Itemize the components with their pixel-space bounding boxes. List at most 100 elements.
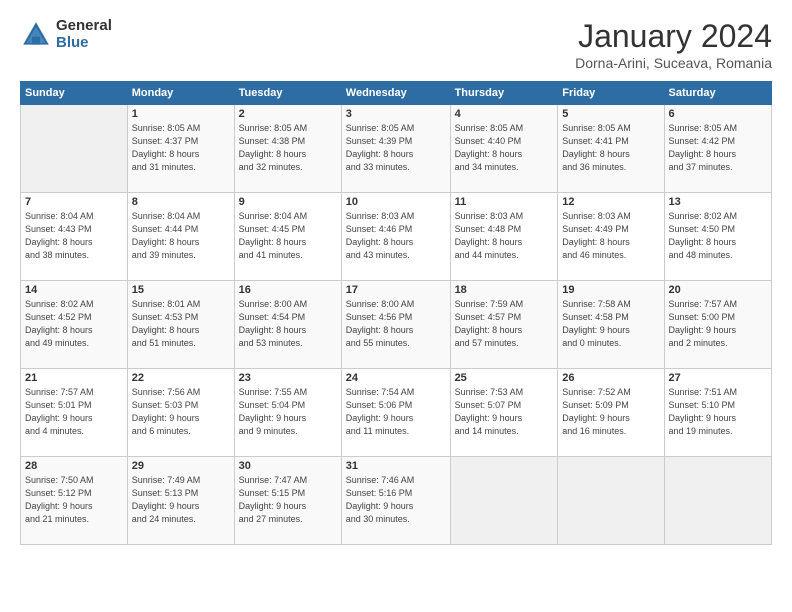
table-row: 23 Sunrise: 7:55 AM Sunset: 5:04 PM Dayli… [234, 369, 341, 457]
header-thursday: Thursday [450, 82, 558, 105]
day-number: 2 [239, 108, 337, 120]
day-info: Sunrise: 7:49 AM Sunset: 5:13 PM Dayligh… [132, 474, 230, 526]
calendar-row-2: 14 Sunrise: 8:02 AM Sunset: 4:52 PM Dayli… [21, 281, 772, 369]
day-number: 3 [346, 108, 446, 120]
day-number: 13 [669, 196, 767, 208]
table-row: 16 Sunrise: 8:00 AM Sunset: 4:54 PM Dayli… [234, 281, 341, 369]
day-number: 5 [562, 108, 659, 120]
day-number: 28 [25, 460, 123, 472]
table-row: 1Sunrise: 8:05 AM Sunset: 4:37 PM Daylig… [127, 105, 234, 193]
logo-text: General Blue [56, 18, 112, 51]
table-row: 11 Sunrise: 8:03 AM Sunset: 4:48 PM Dayli… [450, 193, 558, 281]
day-info: Sunrise: 8:03 AM Sunset: 4:48 PM Dayligh… [455, 210, 554, 262]
table-row: 27Sunrise: 7:51 AM Sunset: 5:10 PM Dayli… [664, 369, 771, 457]
title-block: January 2024 Dorna-Arini, Suceava, Roman… [575, 18, 772, 71]
day-info: Sunrise: 8:04 AM Sunset: 4:45 PM Dayligh… [239, 210, 337, 262]
day-info: Sunrise: 8:01 AM Sunset: 4:53 PM Dayligh… [132, 298, 230, 350]
day-number: 18 [455, 284, 554, 296]
table-row: 13 Sunrise: 8:02 AM Sunset: 4:50 PM Dayli… [664, 193, 771, 281]
table-row: 15Sunrise: 8:01 AM Sunset: 4:53 PM Dayli… [127, 281, 234, 369]
table-row: 8 Sunrise: 8:04 AM Sunset: 4:44 PM Daylig… [127, 193, 234, 281]
day-info: Sunrise: 7:56 AM Sunset: 5:03 PM Dayligh… [132, 386, 230, 438]
day-info: Sunrise: 7:52 AM Sunset: 5:09 PM Dayligh… [562, 386, 659, 438]
table-row: 20 Sunrise: 7:57 AM Sunset: 5:00 PM Dayli… [664, 281, 771, 369]
table-row: 24 Sunrise: 7:54 AM Sunset: 5:06 PM Dayli… [341, 369, 450, 457]
day-number: 14 [25, 284, 123, 296]
day-info: Sunrise: 8:03 AM Sunset: 4:49 PM Dayligh… [562, 210, 659, 262]
calendar-row-1: 7 Sunrise: 8:04 AM Sunset: 4:43 PM Daylig… [21, 193, 772, 281]
table-row: 6 Sunrise: 8:05 AM Sunset: 4:42 PM Daylig… [664, 105, 771, 193]
table-row: 21Sunrise: 7:57 AM Sunset: 5:01 PM Dayli… [21, 369, 128, 457]
month-title: January 2024 [575, 18, 772, 55]
day-number: 8 [132, 196, 230, 208]
day-info: Sunrise: 7:54 AM Sunset: 5:06 PM Dayligh… [346, 386, 446, 438]
table-row [450, 457, 558, 545]
day-number: 21 [25, 372, 123, 384]
header: General Blue January 2024 Dorna-Arini, S… [20, 18, 772, 71]
day-info: Sunrise: 8:04 AM Sunset: 4:44 PM Dayligh… [132, 210, 230, 262]
table-row: 7 Sunrise: 8:04 AM Sunset: 4:43 PM Daylig… [21, 193, 128, 281]
day-info: Sunrise: 7:55 AM Sunset: 5:04 PM Dayligh… [239, 386, 337, 438]
day-number: 26 [562, 372, 659, 384]
header-wednesday: Wednesday [341, 82, 450, 105]
page: General Blue January 2024 Dorna-Arini, S… [0, 0, 792, 612]
table-row: 29 Sunrise: 7:49 AM Sunset: 5:13 PM Dayli… [127, 457, 234, 545]
day-info: Sunrise: 7:47 AM Sunset: 5:15 PM Dayligh… [239, 474, 337, 526]
calendar-row-0: 1Sunrise: 8:05 AM Sunset: 4:37 PM Daylig… [21, 105, 772, 193]
logo-blue: Blue [56, 35, 112, 52]
header-sunday: Sunday [21, 82, 128, 105]
day-number: 24 [346, 372, 446, 384]
day-info: Sunrise: 7:53 AM Sunset: 5:07 PM Dayligh… [455, 386, 554, 438]
table-row: 14 Sunrise: 8:02 AM Sunset: 4:52 PM Dayli… [21, 281, 128, 369]
day-info: Sunrise: 8:02 AM Sunset: 4:52 PM Dayligh… [25, 298, 123, 350]
day-info: Sunrise: 8:05 AM Sunset: 4:41 PM Dayligh… [562, 122, 659, 174]
day-info: Sunrise: 7:58 AM Sunset: 4:58 PM Dayligh… [562, 298, 659, 350]
day-info: Sunrise: 8:03 AM Sunset: 4:46 PM Dayligh… [346, 210, 446, 262]
header-tuesday: Tuesday [234, 82, 341, 105]
table-row [21, 105, 128, 193]
day-info: Sunrise: 7:50 AM Sunset: 5:12 PM Dayligh… [25, 474, 123, 526]
day-info: Sunrise: 7:59 AM Sunset: 4:57 PM Dayligh… [455, 298, 554, 350]
table-row: 12 Sunrise: 8:03 AM Sunset: 4:49 PM Dayli… [558, 193, 664, 281]
day-info: Sunrise: 7:51 AM Sunset: 5:10 PM Dayligh… [669, 386, 767, 438]
calendar-row-4: 28 Sunrise: 7:50 AM Sunset: 5:12 PM Dayli… [21, 457, 772, 545]
day-info: Sunrise: 8:00 AM Sunset: 4:56 PM Dayligh… [346, 298, 446, 350]
table-row: 22 Sunrise: 7:56 AM Sunset: 5:03 PM Dayli… [127, 369, 234, 457]
table-row: 30 Sunrise: 7:47 AM Sunset: 5:15 PM Dayli… [234, 457, 341, 545]
day-number: 6 [669, 108, 767, 120]
table-row: 31 Sunrise: 7:46 AM Sunset: 5:16 PM Dayli… [341, 457, 450, 545]
day-number: 23 [239, 372, 337, 384]
day-number: 17 [346, 284, 446, 296]
day-info: Sunrise: 8:05 AM Sunset: 4:40 PM Dayligh… [455, 122, 554, 174]
day-number: 12 [562, 196, 659, 208]
day-number: 30 [239, 460, 337, 472]
day-info: Sunrise: 8:05 AM Sunset: 4:42 PM Dayligh… [669, 122, 767, 174]
day-number: 7 [25, 196, 123, 208]
logo: General Blue [20, 18, 112, 51]
day-info: Sunrise: 8:04 AM Sunset: 4:43 PM Dayligh… [25, 210, 123, 262]
table-row: 9Sunrise: 8:04 AM Sunset: 4:45 PM Daylig… [234, 193, 341, 281]
table-row: 5 Sunrise: 8:05 AM Sunset: 4:41 PM Daylig… [558, 105, 664, 193]
day-number: 31 [346, 460, 446, 472]
day-number: 16 [239, 284, 337, 296]
day-number: 22 [132, 372, 230, 384]
weekday-header-row: Sunday Monday Tuesday Wednesday Thursday… [21, 82, 772, 105]
day-info: Sunrise: 7:57 AM Sunset: 5:00 PM Dayligh… [669, 298, 767, 350]
day-info: Sunrise: 8:05 AM Sunset: 4:37 PM Dayligh… [132, 122, 230, 174]
day-number: 10 [346, 196, 446, 208]
day-number: 19 [562, 284, 659, 296]
logo-general: General [56, 18, 112, 35]
table-row: 18 Sunrise: 7:59 AM Sunset: 4:57 PM Dayli… [450, 281, 558, 369]
table-row: 19 Sunrise: 7:58 AM Sunset: 4:58 PM Dayli… [558, 281, 664, 369]
day-info: Sunrise: 8:00 AM Sunset: 4:54 PM Dayligh… [239, 298, 337, 350]
table-row: 10 Sunrise: 8:03 AM Sunset: 4:46 PM Dayli… [341, 193, 450, 281]
table-row: 3Sunrise: 8:05 AM Sunset: 4:39 PM Daylig… [341, 105, 450, 193]
header-friday: Friday [558, 82, 664, 105]
day-info: Sunrise: 8:02 AM Sunset: 4:50 PM Dayligh… [669, 210, 767, 262]
day-number: 20 [669, 284, 767, 296]
day-number: 11 [455, 196, 554, 208]
day-number: 29 [132, 460, 230, 472]
day-info: Sunrise: 7:46 AM Sunset: 5:16 PM Dayligh… [346, 474, 446, 526]
day-number: 4 [455, 108, 554, 120]
day-info: Sunrise: 8:05 AM Sunset: 4:38 PM Dayligh… [239, 122, 337, 174]
